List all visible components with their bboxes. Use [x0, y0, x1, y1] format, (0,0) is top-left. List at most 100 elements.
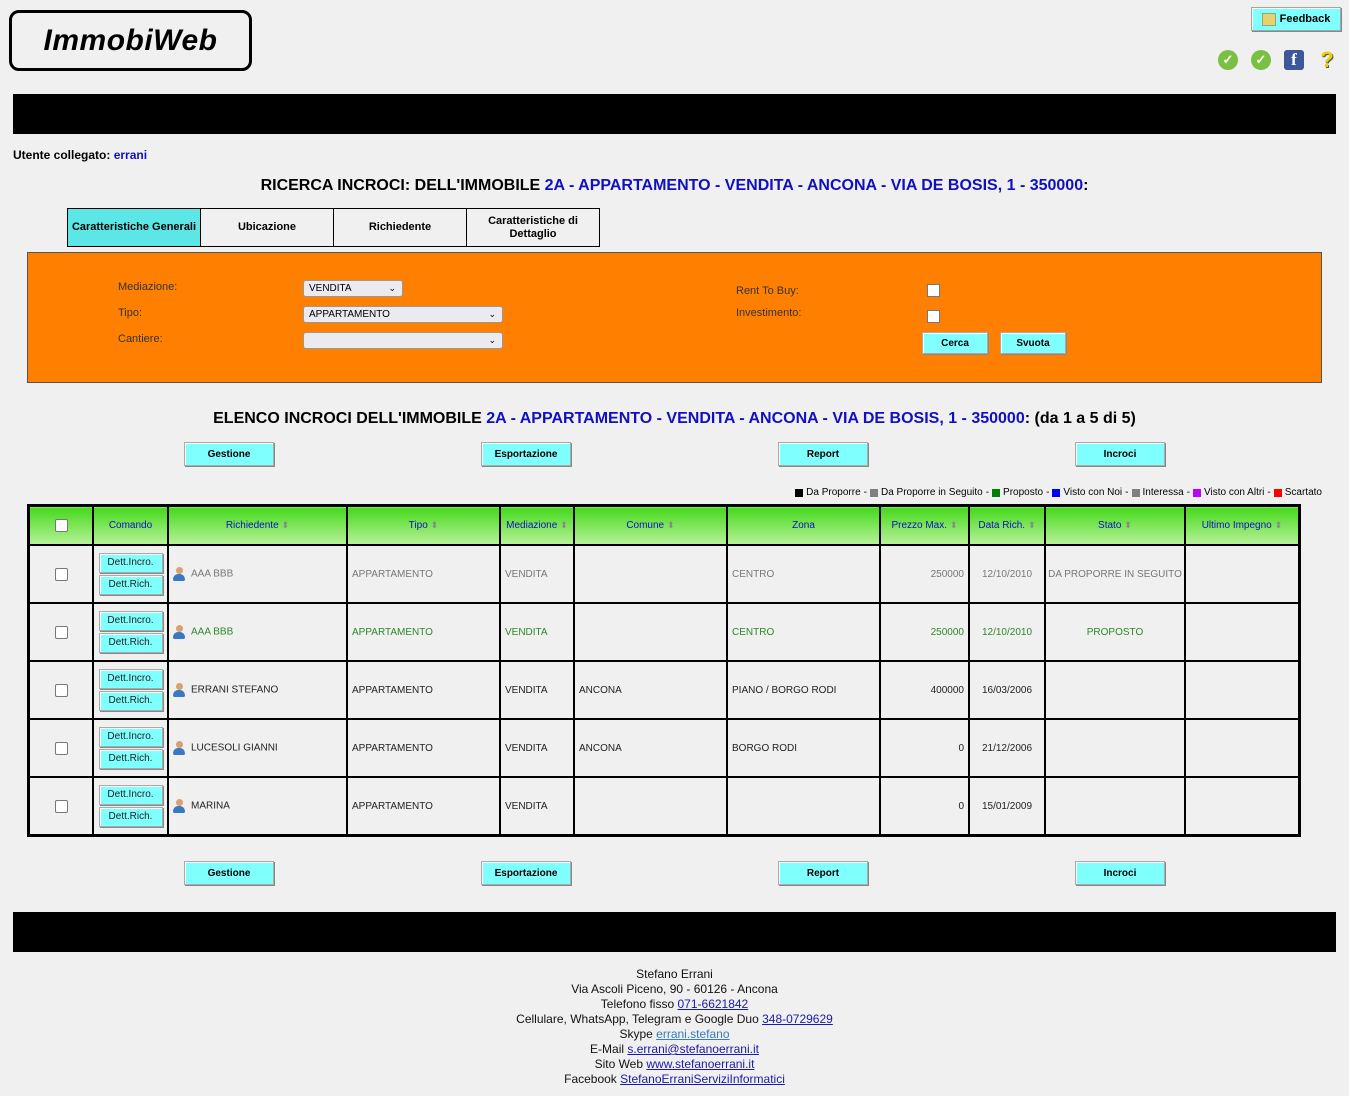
- mobile-link[interactable]: 348-0729629: [762, 1012, 833, 1026]
- facebook-icon[interactable]: f: [1284, 50, 1304, 70]
- col-stato[interactable]: Stato ⬍: [1044, 504, 1186, 546]
- legend-label: Da Proporre: [806, 487, 861, 498]
- esportazione-button[interactable]: Esportazione: [481, 442, 571, 466]
- richiedente-cell[interactable]: MARINA: [167, 776, 348, 837]
- legend-sep: -: [863, 487, 867, 498]
- dett-incro-button[interactable]: Dett.Incro.: [98, 785, 163, 805]
- feedback-button[interactable]: Feedback: [1251, 7, 1341, 31]
- search-title-prefix: RICERCA INCROCI: DELL'IMMOBILE: [260, 177, 541, 194]
- search-filter-panel: Mediazione: VENDITA ⌄ Tipo: APPARTAMENTO ⌄…: [27, 252, 1322, 383]
- cantiere-select[interactable]: ⌄: [303, 332, 503, 349]
- report-button[interactable]: Report: [778, 442, 868, 466]
- select-all-checkbox[interactable]: [54, 519, 68, 532]
- dett-rich-button[interactable]: Dett.Rich.: [98, 633, 163, 653]
- col-mediazione[interactable]: Mediazione ⬍: [499, 504, 575, 546]
- select-all-header: [27, 504, 94, 546]
- gestione-button-bottom[interactable]: Gestione: [184, 861, 274, 885]
- tab-caratteristiche-dettaglio[interactable]: Caratteristiche di Dettaglio: [466, 208, 600, 247]
- sort-icon: ⬍: [950, 520, 958, 530]
- gestione-button[interactable]: Gestione: [184, 442, 274, 466]
- facebook-link[interactable]: StefanoErraniServiziInformatici: [620, 1072, 785, 1086]
- command-cell: Dett.Incro. Dett.Rich.: [92, 660, 169, 720]
- row-checkbox[interactable]: [54, 567, 68, 581]
- phone-link[interactable]: 071-6621842: [678, 997, 749, 1011]
- richiedente-cell[interactable]: AAA BBB: [167, 602, 348, 662]
- tab-richiedente[interactable]: Richiedente: [333, 208, 467, 247]
- prezzo-cell: 0: [879, 718, 970, 778]
- footer-contacts: Stefano Errani Via Ascoli Piceno, 90 - 6…: [0, 967, 1349, 1087]
- check-icon[interactable]: ✓: [1251, 50, 1271, 70]
- richiedente-cell[interactable]: ERRANI STEFANO: [167, 660, 348, 720]
- sort-icon: ⬍: [1124, 520, 1132, 530]
- app-logo[interactable]: ImmobiWeb: [9, 10, 252, 71]
- skype-label: Skype: [619, 1027, 653, 1041]
- impegno-cell: [1184, 776, 1301, 837]
- mediazione-cell: VENDITA: [499, 718, 575, 778]
- esportazione-button-bottom[interactable]: Esportazione: [481, 861, 571, 885]
- row-checkbox[interactable]: [54, 683, 68, 697]
- comune-cell: ANCONA: [573, 718, 728, 778]
- dett-rich-button[interactable]: Dett.Rich.: [98, 749, 163, 769]
- email-link[interactable]: s.errani@stefanoerrani.it: [627, 1042, 759, 1056]
- check-icon[interactable]: ✓: [1218, 50, 1238, 70]
- col-comune[interactable]: Comune ⬍: [573, 504, 728, 546]
- col-label: Data Rich.: [978, 520, 1026, 531]
- incroci-button-bottom[interactable]: Incroci: [1075, 861, 1165, 885]
- col-richiedente[interactable]: Richiedente ⬍: [167, 504, 348, 546]
- footer-address: Via Ascoli Piceno, 90 - 60126 - Ancona: [571, 982, 778, 996]
- sort-icon: ⬍: [1028, 520, 1036, 530]
- header-icons: ✓ ✓ f ?: [1218, 47, 1337, 72]
- tab-ubicazione[interactable]: Ubicazione: [200, 208, 334, 247]
- logo-text: ImmobiWeb: [43, 23, 218, 57]
- person-icon: [173, 683, 185, 697]
- prezzo-cell: 0: [879, 776, 970, 837]
- skype-link[interactable]: errani.stefano: [656, 1027, 729, 1041]
- comune-cell: [573, 602, 728, 662]
- data-cell: 16/03/2006: [968, 660, 1046, 720]
- table-row: Dett.Incro. Dett.Rich. AAA BBB APPARTAMENTO…: [27, 602, 1301, 662]
- col-prezzo[interactable]: Prezzo Max. ⬍: [879, 504, 970, 546]
- richiedente-cell[interactable]: AAA BBB: [167, 544, 348, 604]
- dett-incro-button[interactable]: Dett.Incro.: [98, 611, 163, 631]
- investimento-checkbox[interactable]: [927, 310, 940, 323]
- richiedente-cell[interactable]: LUCESOLI GIANNI: [167, 718, 348, 778]
- impegno-cell: [1184, 544, 1301, 604]
- dett-incro-button[interactable]: Dett.Incro.: [98, 727, 163, 747]
- report-button-bottom[interactable]: Report: [778, 861, 868, 885]
- svuota-button[interactable]: Svuota: [1000, 332, 1066, 354]
- dett-incro-button[interactable]: Dett.Incro.: [98, 553, 163, 573]
- tab-caratteristiche-generali[interactable]: Caratteristiche Generali: [67, 208, 201, 247]
- impegno-cell: [1184, 660, 1301, 720]
- dett-rich-button[interactable]: Dett.Rich.: [98, 807, 163, 827]
- row-checkbox[interactable]: [54, 741, 68, 755]
- col-tipo[interactable]: Tipo ⬍: [346, 504, 501, 546]
- rent-to-buy-checkbox[interactable]: [927, 284, 940, 297]
- col-label: Stato: [1098, 520, 1122, 531]
- comune-cell: [573, 544, 728, 604]
- col-ultimo-impegno[interactable]: Ultimo Impegno ⬍: [1184, 504, 1301, 546]
- feedback-label: Feedback: [1279, 13, 1331, 25]
- help-icon[interactable]: ?: [1317, 47, 1337, 72]
- table-row: Dett.Incro. Dett.Rich. LUCESOLI GIANNI APPA…: [27, 718, 1301, 778]
- dett-rich-button[interactable]: Dett.Rich.: [98, 691, 163, 711]
- richiedente-value: AAA BBB: [191, 568, 234, 580]
- col-data[interactable]: Data Rich. ⬍: [968, 504, 1046, 546]
- web-link[interactable]: www.stefanoerrani.it: [646, 1057, 754, 1071]
- mediazione-select[interactable]: VENDITA ⌄: [303, 280, 403, 297]
- footer-web-line: Sito Web www.stefanoerrani.it: [0, 1057, 1349, 1072]
- feedback-mail-icon: [1261, 12, 1276, 26]
- incroci-button[interactable]: Incroci: [1075, 442, 1165, 466]
- col-zona: Zona: [726, 504, 881, 546]
- stato-cell: PROPOSTO: [1044, 602, 1186, 662]
- dett-rich-button[interactable]: Dett.Rich.: [98, 575, 163, 595]
- prezzo-cell: 250000: [879, 602, 970, 662]
- legend-swatch: [869, 488, 878, 497]
- cerca-button[interactable]: Cerca: [922, 332, 988, 354]
- richiedente-value: LUCESOLI GIANNI: [191, 742, 278, 754]
- row-checkbox[interactable]: [54, 625, 68, 639]
- tipo-select[interactable]: APPARTAMENTO ⌄: [303, 306, 503, 323]
- select-cell: [27, 718, 94, 778]
- dett-incro-button[interactable]: Dett.Incro.: [98, 669, 163, 689]
- row-checkbox[interactable]: [54, 799, 68, 813]
- zona-cell: CENTRO: [726, 544, 881, 604]
